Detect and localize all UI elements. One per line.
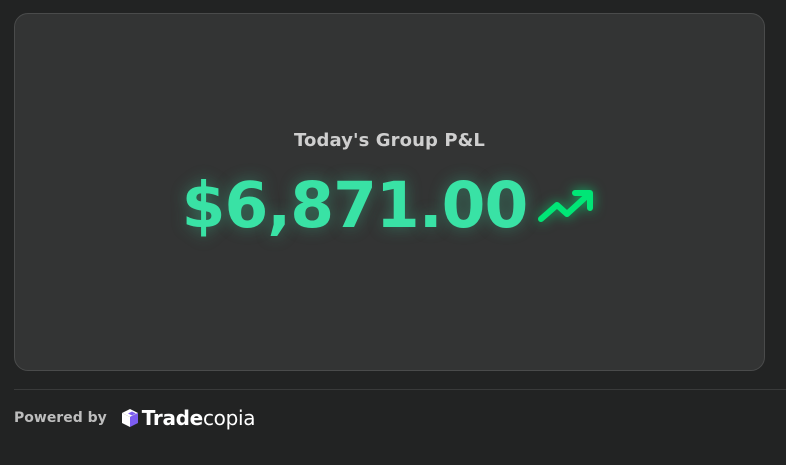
card-title: Today's Group P&L: [294, 130, 485, 151]
cube-logo-icon: [121, 409, 138, 427]
brand-name-bold: Trade: [141, 406, 203, 430]
footer-divider: [14, 389, 786, 390]
powered-by-label: Powered by: [14, 410, 107, 426]
tradecopia-brand-link[interactable]: Trade copia: [119, 406, 255, 430]
brand-name-light: copia: [202, 406, 256, 430]
pnl-value: $6,871.00: [181, 169, 529, 242]
footer: Powered by Trade copia: [14, 404, 255, 432]
pnl-value-row: $6,871.00: [15, 166, 764, 246]
trending-up-icon: [538, 190, 594, 222]
pnl-card: Today's Group P&L $6,871.00: [14, 13, 765, 371]
